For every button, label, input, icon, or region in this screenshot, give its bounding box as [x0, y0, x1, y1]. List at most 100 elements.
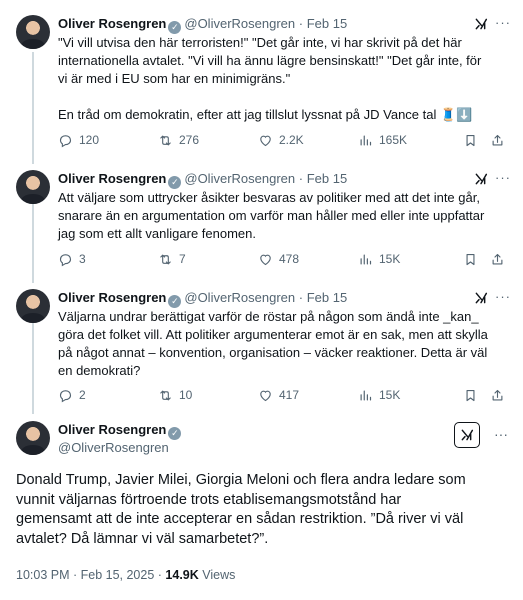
bookmark-button[interactable] [463, 251, 484, 267]
tweet-line [58, 88, 513, 106]
bookmark-button[interactable] [463, 387, 484, 403]
tweet-line: jag som ett allt vanligare fenomen. [58, 226, 256, 241]
author-name[interactable]: Oliver Rosengren [58, 290, 166, 305]
author-handle[interactable]: @OliverRosengren [58, 440, 169, 455]
timestamp[interactable]: 10:03 PM · Feb 15, 2025 [16, 568, 154, 582]
views-icon [358, 133, 373, 148]
avatar[interactable] [16, 289, 50, 323]
tweet-line: en demokrati? [58, 363, 141, 378]
bookmark-icon [463, 252, 478, 267]
views-icon [358, 252, 373, 267]
verified-badge-icon: ✓ [168, 21, 182, 34]
share-icon [490, 252, 505, 267]
more-options-icon[interactable]: ··· [495, 170, 511, 185]
views-label: Views [202, 568, 236, 582]
views-button[interactable]: 15K [358, 387, 400, 403]
tweet-line: internationella avtalet. "Vi vill ha änn… [58, 53, 482, 68]
tweet-line: Väljarna undrar berättigat varför de rös… [58, 309, 479, 324]
tweet-meta: 10:03 PM · Feb 15, 2025 · 14.9K Views [16, 568, 235, 582]
repost-icon [158, 133, 173, 148]
author-handle[interactable]: @OliverRosengren [184, 16, 295, 31]
avatar[interactable] [16, 170, 50, 204]
main-author-row: Oliver Rosengren ✓ [58, 422, 184, 440]
like-count: 478 [279, 252, 300, 266]
repost-count: 7 [179, 252, 186, 266]
grok-icon[interactable] [473, 290, 489, 306]
views-count: 15K [379, 388, 401, 402]
share-button[interactable] [490, 251, 511, 267]
tweet-line: gemensamt att de inte accepterar en såda… [16, 511, 464, 527]
tweet-text: Väljarna undrar berättigat varför de rös… [58, 308, 513, 380]
separator: · [298, 16, 304, 31]
repost-icon [158, 252, 173, 267]
more-options-icon[interactable]: ··· [494, 426, 508, 442]
share-icon [490, 133, 505, 148]
tweet-line: vunnit väljarnas förtroende trots etabli… [16, 491, 402, 508]
like-count: 2.2K [279, 133, 304, 147]
repost-button[interactable]: 10 [158, 387, 192, 403]
like-button[interactable]: 2.2K [258, 132, 304, 148]
repost-button[interactable]: 7 [158, 251, 186, 267]
tweet-header: Oliver Rosengren ✓ @OliverRosengren · Feb … [58, 290, 471, 308]
share-button[interactable] [490, 387, 511, 403]
thread-tweet[interactable]: Oliver Rosengren ✓ @OliverRosengren · Feb … [0, 283, 523, 413]
share-icon [490, 388, 505, 403]
reply-icon [58, 252, 73, 267]
reply-button[interactable]: 2 [58, 387, 86, 403]
like-icon [258, 388, 273, 403]
tweet-line: "Vi vill utvisa den här terroristen!" "D… [58, 35, 462, 50]
tweet-date[interactable]: Feb 15 [307, 171, 347, 186]
author-handle[interactable]: @OliverRosengren [184, 290, 295, 305]
like-icon [258, 252, 273, 267]
tweet-header: Oliver Rosengren ✓ @OliverRosengren · Feb … [58, 171, 471, 189]
tweet-header: Oliver Rosengren ✓ @OliverRosengren · Feb … [58, 16, 471, 34]
bookmark-button[interactable] [463, 132, 484, 148]
grok-icon[interactable] [473, 16, 489, 32]
reply-count: 3 [79, 252, 86, 266]
views-button[interactable]: 165K [358, 132, 407, 148]
tweet-text: "Vi vill utvisa den här terroristen!" "D… [58, 34, 513, 124]
like-button[interactable]: 417 [258, 387, 299, 403]
bookmark-icon [463, 388, 478, 403]
tweet-actions: 3 7 478 15K [58, 251, 513, 267]
avatar[interactable] [16, 421, 50, 455]
tweet-date[interactable]: Feb 15 [307, 16, 347, 31]
separator: · [298, 290, 304, 305]
author-handle[interactable]: @OliverRosengren [184, 171, 295, 186]
more-options-icon[interactable]: ··· [495, 289, 511, 304]
tweet-line: på något annat – konvention, organisatio… [58, 345, 488, 360]
more-options-icon[interactable]: ··· [495, 15, 511, 30]
tweet-line: göra det folket vill. Att politiker argu… [58, 327, 488, 342]
reply-button[interactable]: 120 [58, 132, 99, 148]
tweet-line: avtalet? Då lämnar vi väl samarbetet?”. [16, 530, 269, 547]
grok-icon [459, 427, 475, 443]
like-icon [258, 133, 273, 148]
thread-tweet[interactable]: Oliver Rosengren ✓ @OliverRosengren · Feb … [0, 164, 523, 282]
avatar[interactable] [16, 15, 50, 49]
thread-tweet[interactable]: Oliver Rosengren ✓ @OliverRosengren · Feb … [0, 0, 523, 164]
repost-count: 276 [179, 133, 200, 147]
reply-button[interactable]: 3 [58, 251, 86, 267]
verified-badge-icon: ✓ [168, 176, 182, 189]
main-tweet[interactable]: Oliver Rosengren ✓ @OliverRosengren ··· D… [0, 413, 523, 600]
reply-count: 2 [79, 388, 86, 402]
tweet-date[interactable]: Feb 15 [307, 290, 347, 305]
repost-button[interactable]: 276 [158, 132, 199, 148]
views-button[interactable]: 15K [358, 251, 400, 267]
repost-count: 10 [179, 388, 193, 402]
verified-badge-icon: ✓ [168, 295, 182, 308]
like-button[interactable]: 478 [258, 251, 299, 267]
tweet-actions: 120 276 2.2K 165K [58, 132, 513, 148]
grok-icon[interactable] [473, 171, 489, 187]
author-name[interactable]: Oliver Rosengren [58, 422, 166, 437]
author-name[interactable]: Oliver Rosengren [58, 16, 166, 31]
reply-count: 120 [79, 133, 100, 147]
share-button[interactable] [490, 132, 511, 148]
grok-button[interactable] [454, 422, 480, 448]
tweet-text: Att väljare som uttrycker åsikter besvar… [58, 189, 513, 243]
repost-icon [158, 388, 173, 403]
main-tweet-text: Donald Trump, Javier Milei, Giorgia Melo… [16, 471, 511, 549]
author-name[interactable]: Oliver Rosengren [58, 171, 166, 186]
separator: · [298, 171, 304, 186]
tweet-line: En tråd om demokratin, efter att jag til… [58, 107, 473, 122]
